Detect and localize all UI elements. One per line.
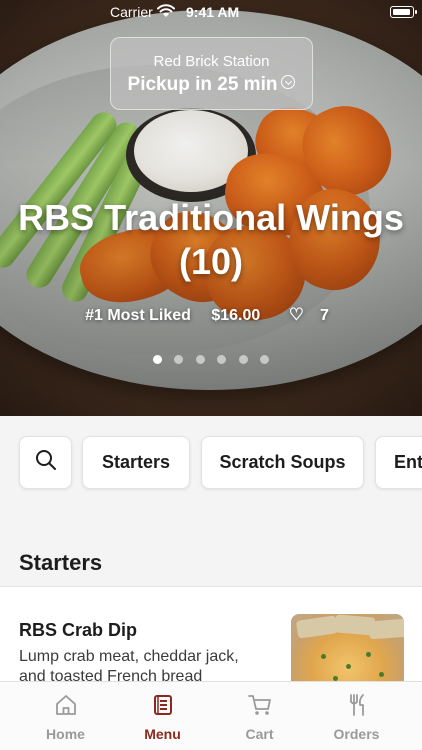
status-bar: Carrier 9:41 AM bbox=[0, 0, 422, 24]
search-button[interactable] bbox=[19, 436, 72, 489]
carousel-dot[interactable] bbox=[217, 355, 227, 364]
fork-knife-icon bbox=[345, 693, 369, 720]
carrier-label: Carrier bbox=[110, 4, 153, 20]
tab-home[interactable]: Home bbox=[13, 682, 118, 750]
pickup-location-selector[interactable]: Red Brick Station Pickup in 25 min bbox=[110, 37, 313, 110]
section-title: Starters bbox=[19, 550, 103, 575]
battery-icon bbox=[390, 6, 417, 18]
category-chip-entrees[interactable]: Ent bbox=[375, 436, 422, 489]
menu-item-name: RBS Crab Dip bbox=[19, 620, 138, 640]
store-name: Red Brick Station bbox=[153, 53, 270, 70]
tab-orders[interactable]: Orders bbox=[304, 682, 409, 750]
featured-item-meta: #1 Most Liked $16.00 ♡ 7 bbox=[0, 305, 422, 325]
featured-item-price: $16.00 bbox=[211, 307, 261, 324]
carousel-dot[interactable] bbox=[152, 355, 162, 364]
most-liked-badge: #1 Most Liked bbox=[85, 307, 191, 324]
pickup-time-label: Pickup in 25 min bbox=[127, 74, 278, 95]
search-icon bbox=[34, 448, 58, 477]
cart-icon bbox=[247, 693, 273, 720]
menu-item-image bbox=[291, 614, 404, 687]
featured-item-title: RBS Traditional Wings (10) bbox=[18, 197, 404, 282]
tab-label-menu: Menu bbox=[144, 726, 181, 742]
clock-time: 9:41 AM bbox=[186, 4, 240, 20]
carousel-pagination[interactable] bbox=[0, 351, 422, 369]
carousel-dot[interactable] bbox=[174, 355, 184, 364]
tab-label-orders: Orders bbox=[333, 726, 380, 742]
likes-count-group[interactable]: ♡ 7 bbox=[281, 305, 337, 325]
tab-cart[interactable]: Cart bbox=[207, 682, 312, 750]
wifi-icon bbox=[157, 4, 175, 21]
tab-bar: Home Menu Cart Orders bbox=[0, 681, 422, 750]
heart-icon[interactable]: ♡ bbox=[289, 305, 304, 325]
tab-menu[interactable]: Menu bbox=[110, 682, 215, 750]
tab-label-cart: Cart bbox=[245, 726, 274, 742]
hero-banner[interactable]: Carrier 9:41 AM Red Brick Station Pickup… bbox=[0, 0, 422, 416]
category-bar[interactable]: Starters Scratch Soups Ent bbox=[0, 416, 422, 511]
menu-item-card[interactable]: RBS Crab Dip Lump crab meat, cheddar jac… bbox=[0, 587, 422, 687]
likes-count: 7 bbox=[320, 307, 329, 324]
home-icon bbox=[54, 693, 78, 720]
carousel-dot[interactable] bbox=[238, 355, 248, 364]
category-chip-starters[interactable]: Starters bbox=[82, 436, 190, 489]
menu-book-icon bbox=[151, 693, 175, 720]
chevron-down-icon bbox=[281, 75, 296, 89]
tab-label-home: Home bbox=[46, 726, 85, 742]
carousel-dot[interactable] bbox=[195, 355, 205, 364]
carousel-dot[interactable] bbox=[260, 355, 270, 364]
category-chip-scratch-soups[interactable]: Scratch Soups bbox=[201, 436, 364, 489]
